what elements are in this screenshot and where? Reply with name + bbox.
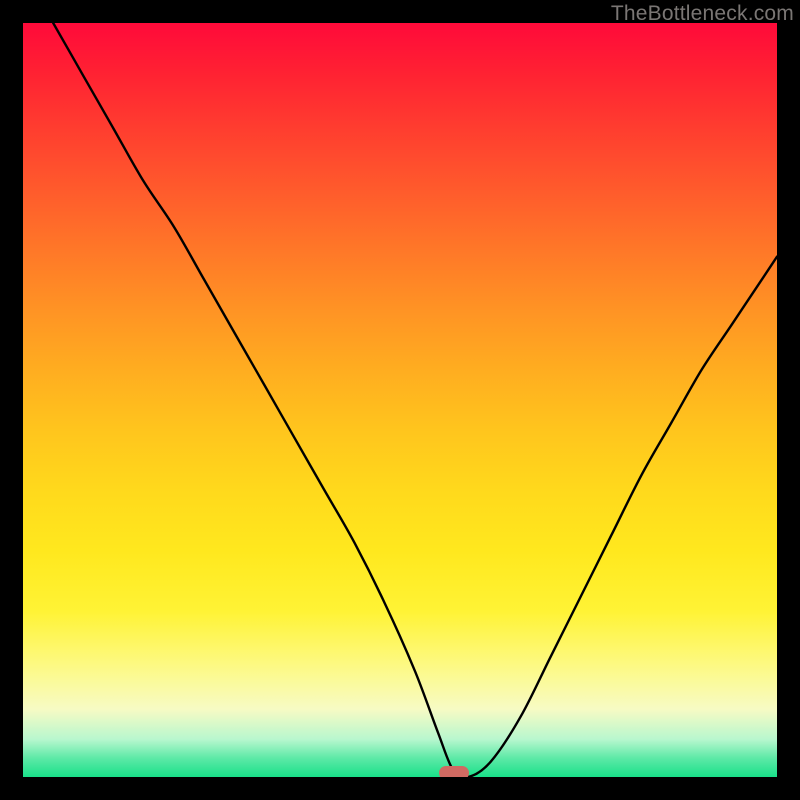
bottleneck-curve [23, 23, 777, 777]
plot-area [23, 23, 777, 777]
optimum-marker [439, 766, 469, 777]
outer-frame: TheBottleneck.com [0, 0, 800, 800]
watermark-text: TheBottleneck.com [611, 2, 794, 26]
